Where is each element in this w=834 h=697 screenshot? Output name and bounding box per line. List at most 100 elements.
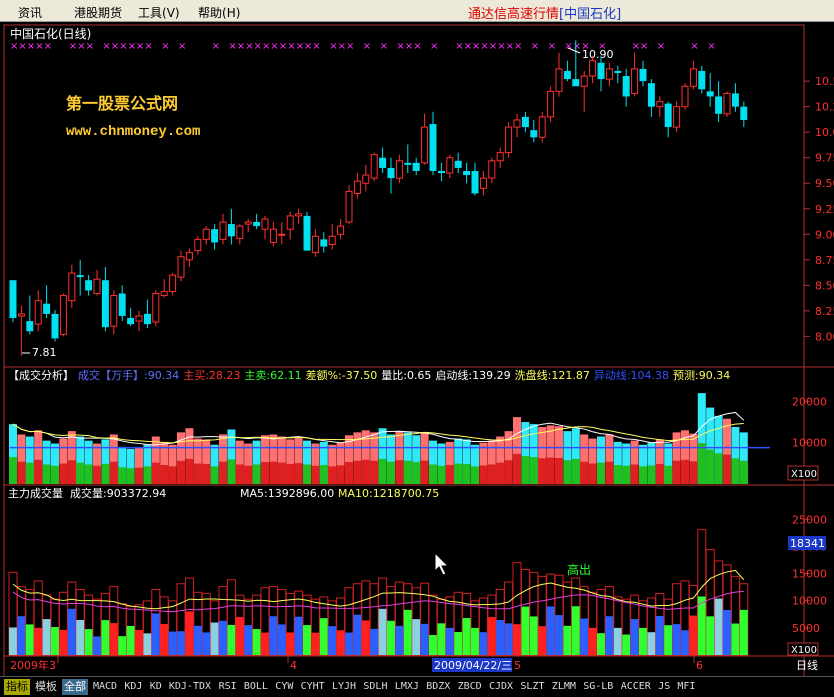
menu-item-help[interactable]: 帮助(H): [198, 4, 240, 21]
menu-item-news[interactable]: 资讯: [18, 4, 42, 21]
indicator-tab-cjdx[interactable]: CJDX: [487, 679, 515, 695]
indicator-tab-moban[interactable]: 模板: [33, 679, 59, 695]
main-volume-bar-fill: [681, 630, 689, 655]
volume-tick-label: 10000: [792, 437, 827, 450]
period-label: 日线: [796, 658, 818, 672]
signal-marker-x: ×: [102, 41, 110, 52]
indicator-tab-cyht[interactable]: CYHT: [299, 679, 327, 695]
volume-bar-main: [9, 457, 17, 484]
main-volume-bar-fill: [613, 627, 622, 655]
volume-bar-main: [177, 460, 185, 484]
signal-marker-x: ×: [657, 41, 665, 52]
candle-body-up: [538, 116, 546, 138]
price-tick-label: 8.25: [815, 305, 834, 318]
volume-bar-main: [630, 464, 639, 484]
main-volume-bar-fill: [479, 632, 488, 655]
indicator-tab-kdj-tdx[interactable]: KDJ-TDX: [167, 679, 213, 695]
main-volume-bar-fill: [580, 618, 589, 655]
volume-bar-main: [34, 459, 43, 484]
indicator-tab-sg-lb[interactable]: SG-LB: [581, 679, 615, 695]
indicator-tab-lmxj[interactable]: LMXJ: [393, 679, 421, 695]
main-volume-bar-fill: [319, 618, 328, 655]
indicator-tab-sdlh[interactable]: SDLH: [361, 679, 389, 695]
main-volume-bar-fill: [143, 633, 152, 655]
main-volume-bar-fill: [597, 633, 605, 655]
indicator-tab-mfi[interactable]: MFI: [675, 679, 697, 695]
signal-marker-x: ×: [548, 41, 556, 52]
volume-bar-main: [655, 463, 664, 484]
signal-marker-x: ×: [564, 41, 572, 52]
volume-bar-main: [723, 454, 731, 484]
signal-marker-x: ×: [346, 41, 354, 52]
signal-marker-x: ×: [128, 41, 136, 52]
volume-bar-main: [168, 466, 177, 484]
volume-bar-main: [639, 466, 647, 484]
indicator-tab-accer[interactable]: ACCER: [619, 679, 653, 695]
volume-bar-main: [689, 461, 698, 484]
signal-marker-x: ×: [690, 41, 698, 52]
volume-bar-main: [118, 467, 127, 484]
current-value-label: 18341: [790, 537, 825, 550]
volume-header-field: 差额%:-37.50: [306, 368, 378, 382]
indicator-tab-macd[interactable]: MACD: [91, 679, 119, 695]
candle-body-up: [723, 92, 731, 115]
main-volume-bar-fill: [714, 598, 723, 655]
main-volume-bar-fill: [185, 611, 194, 655]
candle-body-down: [597, 62, 605, 80]
indicator-tab-cyw[interactable]: CYW: [273, 679, 295, 695]
volume-header-field: 【成交分析】: [8, 368, 74, 382]
candle-body-up: [589, 60, 597, 77]
volume-bar-main: [286, 463, 295, 484]
candle-body-down: [429, 124, 437, 171]
indicator-tab-lyjh[interactable]: LYJH: [330, 679, 358, 695]
main-volume-bar-fill: [487, 617, 496, 655]
volume-header-field: 洗盘线:121.87: [515, 368, 590, 382]
candle-body-up: [34, 300, 42, 325]
volume-bar-main: [731, 458, 740, 484]
signal-marker-x: ×: [86, 41, 94, 52]
indicator-tab-bdzx[interactable]: BDZX: [424, 679, 452, 695]
candle-body-up: [169, 274, 177, 292]
candle-body-up: [580, 75, 588, 87]
volume-tick-label: 20000: [792, 395, 827, 408]
signal-marker-x: ×: [598, 41, 606, 52]
indicator-tab-boll[interactable]: BOLL: [242, 679, 270, 695]
menu-item-hk-futures[interactable]: 港股期货: [74, 4, 122, 21]
candle-body-down: [143, 313, 151, 325]
candle-body-down: [85, 280, 93, 291]
cursor-date-label: 2009/04/22/三: [434, 659, 512, 672]
main-volume-bar-fill: [437, 623, 446, 655]
main-volume-bar-fill: [353, 614, 362, 655]
indicator-tab-zhibiao[interactable]: 指标: [4, 679, 30, 695]
indicator-tab-zbcd[interactable]: ZBCD: [456, 679, 484, 695]
volume-bar-main: [269, 461, 278, 484]
main-volume-bar-fill: [370, 628, 379, 655]
signal-marker-x: ×: [27, 41, 35, 52]
menu-item-tools[interactable]: 工具(V): [138, 4, 180, 21]
volume-bar-main: [67, 460, 76, 484]
candle-body-up: [286, 215, 294, 230]
indicator-tab-zlmm[interactable]: ZLMM: [550, 679, 578, 695]
signal-marker-x: ×: [380, 41, 388, 52]
watermark-url: www.chnmoney.com: [66, 124, 200, 140]
volume-bar-main: [303, 464, 311, 484]
volume-bar-main: [143, 466, 152, 484]
candle-body-down: [664, 103, 672, 128]
indicator-tab-rsi[interactable]: RSI: [217, 679, 239, 695]
indicator-tab-kd[interactable]: KD: [148, 679, 164, 695]
candle-body-up: [488, 160, 496, 179]
signal-marker-x: ×: [69, 41, 77, 52]
candle-body-down: [43, 303, 51, 314]
indicator-tab-quanbu[interactable]: 全部: [62, 679, 88, 695]
chart-area[interactable]: 中国石化(日线) 第一股票公式网 www.chnmoney.com 10.90 …: [0, 23, 834, 676]
volume-bar-main: [151, 462, 160, 484]
signal-marker-x: ×: [270, 41, 278, 52]
volume-bar-main: [613, 465, 622, 484]
main-volume-bar-fill: [445, 627, 454, 655]
volume-bar-main: [345, 462, 353, 484]
indicator-tab-kdj[interactable]: KDJ: [122, 679, 144, 695]
indicator-tab-slzt[interactable]: SLZT: [518, 679, 546, 695]
volume-bar-main: [454, 463, 463, 484]
volume-bar-main: [219, 461, 227, 484]
indicator-tab-js[interactable]: JS: [656, 679, 672, 695]
